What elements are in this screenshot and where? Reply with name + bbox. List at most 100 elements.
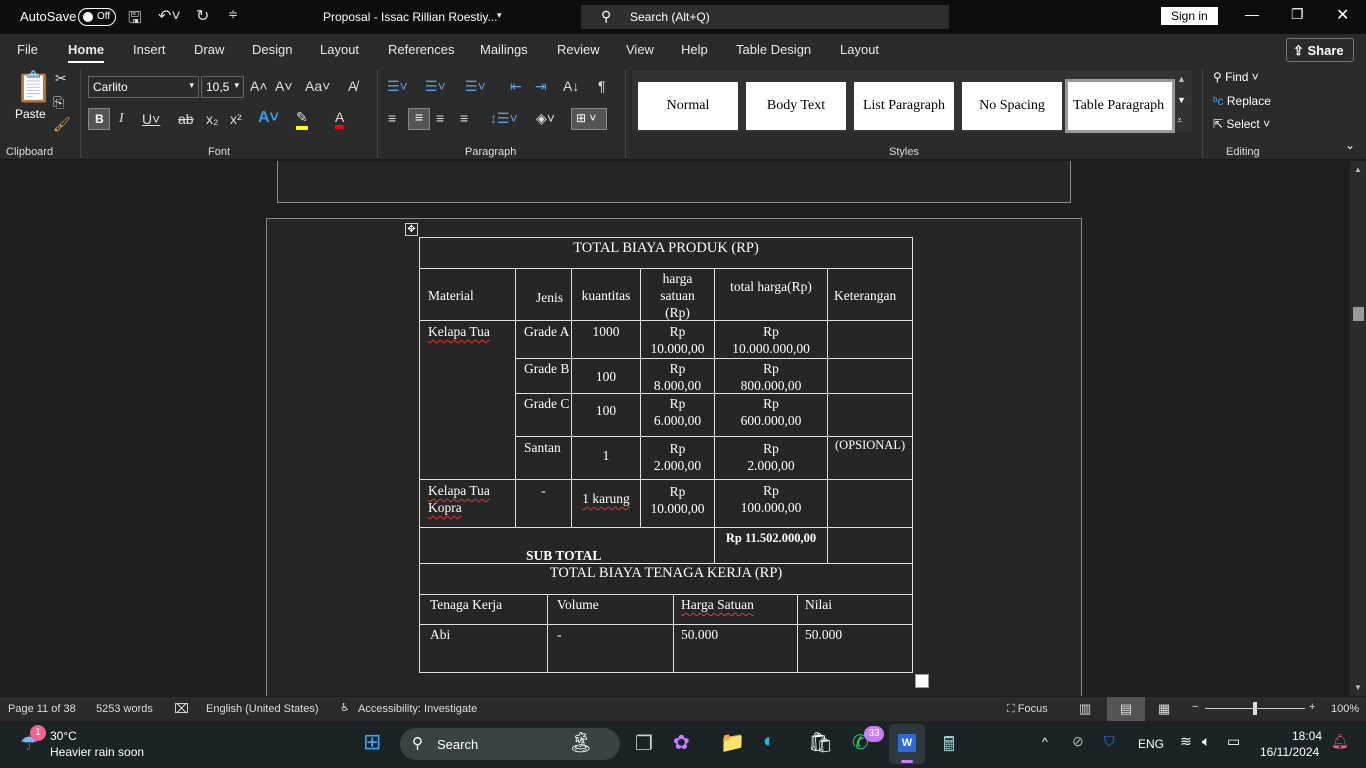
select-button[interactable]: ⇱ Select ˅ — [1213, 117, 1270, 131]
font-size-select[interactable]: 10,5 ▾ — [201, 76, 244, 98]
tab-review[interactable]: Review — [557, 42, 600, 57]
tab-mailings[interactable]: Mailings — [480, 42, 528, 57]
sort-icon[interactable]: A↓ — [563, 78, 579, 94]
strikethrough-button[interactable]: ab — [178, 111, 194, 127]
zoom-in-button[interactable]: + — [1309, 701, 1315, 713]
text-effects-icon[interactable]: A˅ — [258, 109, 279, 127]
bold-button[interactable]: B — [88, 108, 110, 130]
read-mode-icon[interactable]: ▥ — [1079, 701, 1091, 717]
replace-button[interactable]: ᵇc Replace — [1213, 94, 1271, 108]
taskbar-search[interactable]: ⚲ Search 🏝 — [400, 728, 620, 760]
highlight-icon[interactable]: ✎ — [296, 109, 308, 130]
bullets-icon[interactable]: ☰˅ — [387, 78, 408, 95]
font-color-icon[interactable]: A — [335, 109, 345, 129]
tab-file[interactable]: File — [17, 42, 38, 57]
search-box[interactable]: ⚲ Search (Alt+Q) — [581, 5, 949, 29]
task-view-icon[interactable]: ❐ — [635, 731, 653, 756]
share-button[interactable]: ⇪ Share — [1286, 38, 1354, 62]
web-layout-icon[interactable]: ▦ — [1158, 701, 1170, 717]
edge-icon[interactable]: ◐ — [763, 730, 775, 753]
minimize-button[interactable]: — — [1245, 6, 1259, 22]
proofing-icon[interactable]: ⌧ — [174, 701, 189, 717]
cut-icon[interactable]: ✂ — [55, 70, 67, 87]
clock-time[interactable]: 18:04 — [1292, 729, 1322, 743]
shrink-font-icon[interactable]: A˅ — [275, 78, 293, 94]
style-body-text[interactable]: Body Text — [746, 82, 846, 130]
line-spacing-icon[interactable]: ↕☰˅ — [490, 110, 518, 127]
tab-layout[interactable]: Layout — [320, 42, 359, 57]
format-painter-icon[interactable]: 🖌 — [53, 116, 71, 133]
redo-icon[interactable]: ↻ — [196, 6, 209, 26]
borders-button[interactable]: ⊞ ˅ — [571, 108, 607, 130]
justify-icon[interactable]: ≡ — [460, 110, 468, 126]
grow-font-icon[interactable]: A˄ — [250, 78, 268, 94]
style-normal[interactable]: Normal — [638, 82, 738, 130]
zoom-slider-thumb[interactable] — [1253, 702, 1257, 715]
language[interactable]: English (United States) — [206, 703, 319, 715]
tab-table-layout[interactable]: Layout — [840, 42, 879, 57]
weather-text[interactable]: Heavier rain soon — [50, 745, 144, 759]
sign-in-button[interactable]: Sign in — [1161, 7, 1218, 25]
paste-button[interactable]: Paste — [15, 107, 46, 121]
tab-references[interactable]: References — [388, 42, 454, 57]
decrease-indent-icon[interactable]: ⇤ — [510, 78, 522, 95]
file-explorer-icon[interactable]: 📁 — [720, 730, 745, 755]
tab-home[interactable]: Home — [68, 42, 105, 63]
zoom-level[interactable]: 100% — [1331, 703, 1359, 715]
change-case-icon[interactable]: Aa˅ — [305, 78, 330, 94]
wifi-icon[interactable]: ≋ — [1180, 733, 1192, 750]
gallery-scroll-up-icon[interactable]: ▲ — [1177, 74, 1186, 84]
mic-muted-icon[interactable]: ⊘ — [1072, 733, 1084, 750]
notification-bell-icon[interactable]: 🔔︎ — [1331, 733, 1349, 750]
gallery-scroll-down-icon[interactable]: ▼ — [1177, 95, 1186, 105]
tab-help[interactable]: Help — [681, 42, 708, 57]
battery-icon[interactable]: ▭ — [1227, 733, 1240, 750]
close-button[interactable]: ✕ — [1336, 5, 1349, 25]
gallery-more-icon[interactable]: ⩡ — [1177, 115, 1182, 126]
style-no-spacing[interactable]: No Spacing — [962, 82, 1062, 130]
document-title[interactable]: Proposal - Issac Rillian Roestiy... — [323, 10, 498, 24]
restore-button[interactable]: ❐ — [1291, 6, 1304, 23]
numbering-icon[interactable]: ☰˅ — [425, 78, 446, 95]
save-icon[interactable]: 🖫 — [128, 7, 142, 34]
autosave-toggle[interactable]: Off — [78, 8, 116, 26]
table-move-handle-icon[interactable]: ✥ — [405, 223, 418, 236]
tab-design[interactable]: Design — [252, 42, 292, 57]
scroll-down-icon[interactable]: ▼ — [1354, 683, 1362, 692]
scroll-up-icon[interactable]: ▲ — [1354, 165, 1362, 174]
paste-icon[interactable]: 📋 — [15, 70, 52, 105]
find-button[interactable]: ⚲ Find ˅ — [1213, 70, 1259, 84]
tab-view[interactable]: View — [626, 42, 654, 57]
weather-temp[interactable]: 30°C — [50, 729, 77, 743]
clear-formatting-icon[interactable]: A̸ — [348, 78, 357, 94]
collapse-ribbon-icon[interactable]: ⌄ — [1345, 138, 1355, 152]
zoom-out-button[interactable]: − — [1192, 701, 1198, 713]
style-list-paragraph[interactable]: List Paragraph — [854, 82, 954, 130]
undo-icon[interactable]: ↶˅ — [158, 6, 181, 26]
start-icon[interactable]: ⊞ — [363, 731, 381, 753]
customize-toolbar-icon[interactable]: ≑ — [228, 7, 238, 21]
shading-icon[interactable]: ◈˅ — [536, 110, 555, 127]
italic-button[interactable]: I — [119, 111, 124, 127]
store-icon[interactable]: 🛍 — [808, 730, 833, 755]
word-count[interactable]: 5253 words — [96, 703, 153, 715]
security-icon[interactable]: ⛉ — [1104, 733, 1115, 750]
scrollbar-thumb[interactable] — [1353, 307, 1364, 321]
print-layout-icon[interactable]: ▤ — [1107, 697, 1145, 721]
align-center-icon[interactable]: ≡ — [408, 108, 430, 130]
copy-icon[interactable]: ⎘ — [53, 94, 64, 111]
title-chevron-icon[interactable]: ▾ — [497, 10, 502, 21]
pilcrow-icon[interactable]: ¶ — [598, 78, 606, 94]
superscript-button[interactable]: x² — [230, 111, 242, 127]
increase-indent-icon[interactable]: ⇥ — [535, 78, 547, 95]
font-name-select[interactable]: Carlito ▾ — [88, 76, 199, 98]
multilevel-list-icon[interactable]: ☰˅ — [465, 78, 486, 95]
underline-button[interactable]: U˅ — [142, 111, 160, 127]
tab-draw[interactable]: Draw — [194, 42, 224, 57]
word-taskbar-button[interactable]: W — [889, 724, 925, 764]
volume-icon[interactable]: 🔈︎ — [1202, 733, 1210, 750]
align-left-icon[interactable]: ≡ — [388, 110, 396, 126]
language-indicator[interactable]: ENG — [1138, 737, 1164, 751]
show-hidden-icons[interactable]: ^ — [1042, 735, 1048, 749]
accessibility-status[interactable]: Accessibility: Investigate — [358, 703, 477, 715]
